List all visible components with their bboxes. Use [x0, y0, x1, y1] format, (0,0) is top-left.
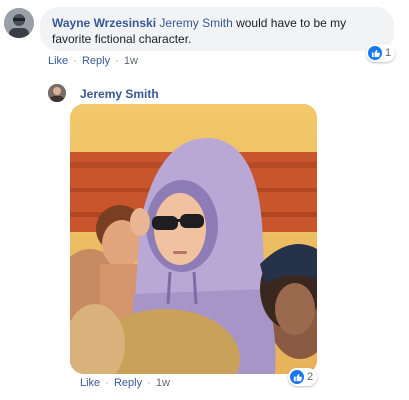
- separator: ·: [147, 377, 151, 389]
- reply-author-link[interactable]: Jeremy Smith: [80, 87, 159, 101]
- comment-author-link[interactable]: Wayne Wrzesinski: [52, 16, 156, 30]
- reply-link[interactable]: Reply: [114, 377, 142, 389]
- reaction-count: 2: [307, 371, 314, 383]
- reply-actions: Like · Reply · 1w: [80, 377, 170, 389]
- timestamp[interactable]: 1w: [156, 377, 170, 389]
- reaction-count: 1: [385, 47, 392, 59]
- thumbs-up-icon: [368, 46, 382, 60]
- comment-actions: Like · Reply · 1w: [48, 55, 138, 67]
- comment-reaction-badge[interactable]: 1: [366, 44, 396, 62]
- user-avatar-icon: [48, 84, 66, 102]
- separator: ·: [105, 377, 109, 389]
- commenter-avatar[interactable]: [4, 8, 34, 38]
- timestamp[interactable]: 1w: [124, 55, 138, 67]
- gif-image-icon: [70, 104, 317, 374]
- like-link[interactable]: Like: [80, 377, 100, 389]
- reply-image[interactable]: [70, 104, 317, 374]
- separator: ·: [73, 55, 77, 67]
- like-link[interactable]: Like: [48, 55, 68, 67]
- thumbs-up-icon: [290, 370, 304, 384]
- reply-link[interactable]: Reply: [82, 55, 110, 67]
- separator: ·: [115, 55, 119, 67]
- reply-reaction-badge[interactable]: 2: [288, 368, 318, 386]
- mention-link[interactable]: Jeremy Smith: [159, 16, 232, 30]
- reply-avatar[interactable]: [48, 84, 66, 102]
- user-avatar-icon: [4, 8, 34, 38]
- comment-bubble: Wayne Wrzesinski Jeremy Smith would have…: [40, 7, 394, 51]
